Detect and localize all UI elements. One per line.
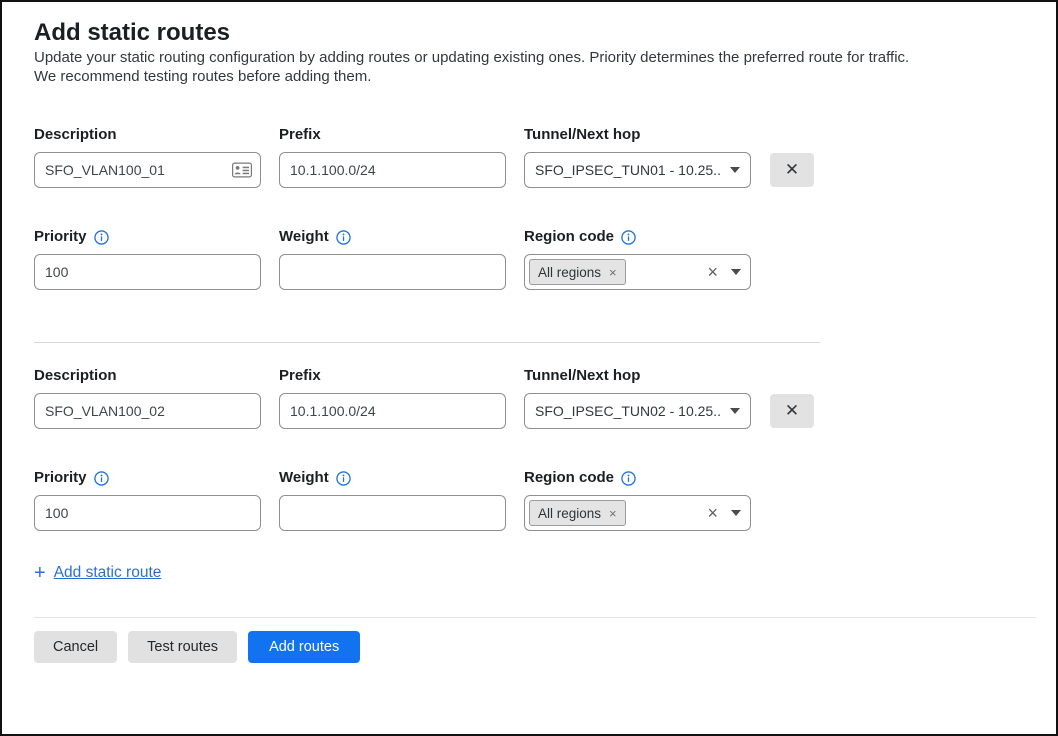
priority-input[interactable] — [34, 495, 261, 531]
cancel-button[interactable]: Cancel — [34, 631, 117, 663]
autofill-contact-card-icon[interactable] — [232, 163, 252, 178]
add-static-route-row: + Add static route — [34, 563, 1035, 583]
region-chip: All regions × — [529, 500, 626, 526]
description-field: Description — [34, 126, 261, 188]
prefix-field: Prefix — [279, 126, 506, 188]
recommendation-text: We recommend testing routes before addin… — [34, 67, 1035, 86]
plus-icon: + — [34, 563, 46, 583]
intro-text: Update your static routing configuration… — [34, 48, 1035, 67]
add-static-route-link[interactable]: Add static route — [54, 564, 162, 582]
chevron-down-icon — [731, 269, 741, 275]
region-chip-label: All regions — [538, 265, 601, 280]
description-input[interactable] — [34, 152, 261, 188]
region-select[interactable]: All regions × × — [524, 495, 751, 531]
region-chip-label: All regions — [538, 506, 601, 521]
region-label: Region code — [524, 469, 614, 486]
route-entry-2: Description Prefix Tunnel/Next hop SFO_I… — [34, 367, 820, 531]
weight-field: Weight — [279, 469, 506, 531]
priority-label: Priority — [34, 228, 87, 245]
prefix-input[interactable] — [279, 393, 506, 429]
priority-field: Priority — [34, 228, 261, 290]
info-icon[interactable] — [621, 471, 636, 486]
description-input[interactable] — [34, 393, 261, 429]
tunnel-select[interactable]: SFO_IPSEC_TUN02 - 10.25... — [524, 393, 751, 429]
weight-field: Weight — [279, 228, 506, 290]
tunnel-field: Tunnel/Next hop SFO_IPSEC_TUN02 - 10.25.… — [524, 367, 751, 429]
weight-label: Weight — [279, 469, 329, 486]
tunnel-field: Tunnel/Next hop SFO_IPSEC_TUN01 - 10.25.… — [524, 126, 751, 188]
add-routes-button[interactable]: Add routes — [248, 631, 360, 663]
prefix-label: Prefix — [279, 367, 321, 384]
info-icon[interactable] — [336, 230, 351, 245]
region-label: Region code — [524, 228, 614, 245]
info-icon[interactable] — [336, 471, 351, 486]
priority-field: Priority — [34, 469, 261, 531]
prefix-label: Prefix — [279, 126, 321, 143]
chip-remove-icon[interactable]: × — [609, 266, 617, 279]
info-icon[interactable] — [94, 471, 109, 486]
weight-label: Weight — [279, 228, 329, 245]
test-routes-button[interactable]: Test routes — [128, 631, 237, 663]
remove-route-button[interactable]: ✕ — [770, 394, 814, 428]
chevron-down-icon — [731, 510, 741, 516]
priority-input[interactable] — [34, 254, 261, 290]
add-static-routes-dialog: Add static routes Update your static rou… — [0, 0, 1058, 736]
info-icon[interactable] — [94, 230, 109, 245]
chevron-down-icon — [730, 167, 740, 173]
clear-selection-icon[interactable]: × — [707, 263, 718, 281]
description-label: Description — [34, 367, 117, 384]
tunnel-select-value: SFO_IPSEC_TUN01 - 10.25... — [535, 162, 722, 178]
page-title: Add static routes — [34, 18, 1035, 48]
remove-route-button[interactable]: ✕ — [770, 153, 814, 187]
region-select[interactable]: All regions × × — [524, 254, 751, 290]
description-label: Description — [34, 126, 117, 143]
tunnel-select[interactable]: SFO_IPSEC_TUN01 - 10.25... — [524, 152, 751, 188]
footer-divider — [34, 617, 1036, 618]
footer-actions: Cancel Test routes Add routes — [34, 631, 1035, 663]
entry-divider — [34, 342, 820, 343]
weight-input[interactable] — [279, 495, 506, 531]
clear-selection-icon[interactable]: × — [707, 504, 718, 522]
tunnel-label: Tunnel/Next hop — [524, 126, 640, 143]
route-entry-1: Description — [34, 126, 820, 290]
region-field: Region code All regions × × — [524, 228, 751, 290]
weight-input[interactable] — [279, 254, 506, 290]
description-field: Description — [34, 367, 261, 429]
chip-remove-icon[interactable]: × — [609, 507, 617, 520]
priority-label: Priority — [34, 469, 87, 486]
tunnel-label: Tunnel/Next hop — [524, 367, 640, 384]
prefix-input[interactable] — [279, 152, 506, 188]
chevron-down-icon — [730, 408, 740, 414]
tunnel-select-value: SFO_IPSEC_TUN02 - 10.25... — [535, 403, 722, 419]
region-field: Region code All regions × × — [524, 469, 751, 531]
prefix-field: Prefix — [279, 367, 506, 429]
region-chip: All regions × — [529, 259, 626, 285]
info-icon[interactable] — [621, 230, 636, 245]
